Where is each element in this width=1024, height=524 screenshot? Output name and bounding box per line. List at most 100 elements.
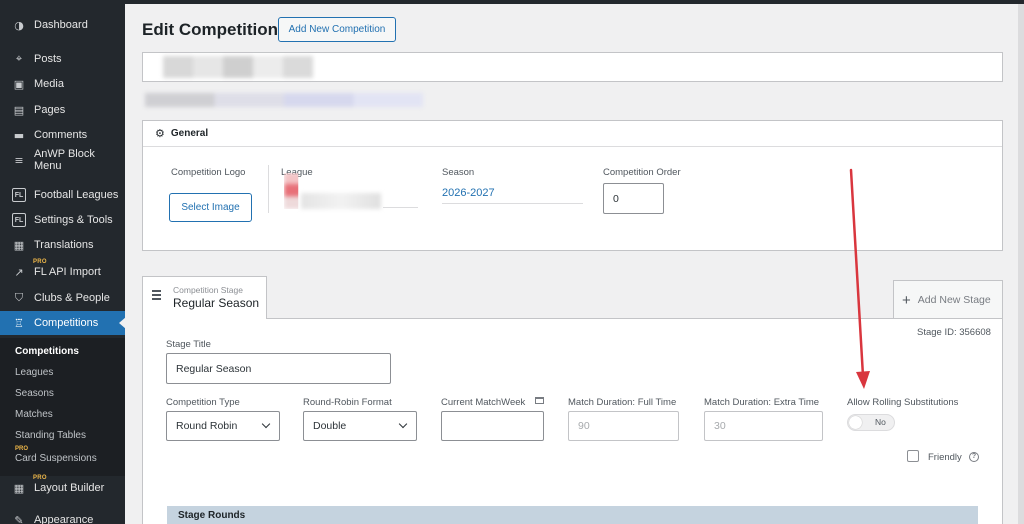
competition-title-field[interactable] bbox=[142, 52, 1003, 82]
competition-order-label: Competition Order bbox=[603, 167, 681, 178]
season-underline bbox=[442, 203, 583, 204]
sidebar-item-label: FL API Import bbox=[34, 266, 101, 278]
pages-icon: ▤ bbox=[13, 103, 25, 117]
submenu-item-leagues[interactable]: Leagues bbox=[15, 367, 53, 378]
trophy-icon: ♖ bbox=[14, 316, 24, 330]
sidebar-item-dashboard[interactable]: ◑ Dashboard bbox=[0, 13, 125, 37]
fl-icon: FL bbox=[12, 213, 26, 227]
friendly-checkbox[interactable] bbox=[907, 450, 919, 462]
toggle-knob bbox=[849, 416, 862, 429]
sidebar-item-label: Pages bbox=[34, 104, 66, 116]
annotation-arrow bbox=[849, 168, 870, 389]
sidebar-item-anwp-block-menu[interactable]: ≡ AnWP Block Menu bbox=[0, 148, 125, 172]
stage-tab-small-label: Competition Stage bbox=[173, 285, 243, 295]
sidebar-item-label: AnWP Block Menu bbox=[33, 148, 95, 172]
sidebar-item-layout-builder[interactable]: ▦ Layout Builder PRO bbox=[0, 475, 125, 500]
page-title: Edit Competition bbox=[142, 20, 278, 39]
sidebar-item-competitions[interactable]: ♖ Competitions bbox=[0, 311, 126, 335]
extra-time-input[interactable]: 30 bbox=[704, 411, 823, 441]
general-panel-header: ⚙ General bbox=[143, 121, 1002, 147]
stage-title-input[interactable]: Regular Season bbox=[166, 353, 391, 384]
stage-rounds-header: Stage Rounds bbox=[167, 506, 978, 524]
gear-icon: ⚙ bbox=[155, 127, 165, 140]
general-heading: General bbox=[170, 128, 209, 139]
sidebar-item-label: Comments bbox=[34, 129, 88, 141]
current-matchweek-input[interactable] bbox=[441, 411, 544, 441]
submenu-item-label: Standing Tables bbox=[15, 430, 86, 441]
blurred-title-text bbox=[163, 56, 313, 78]
competition-order-input[interactable]: 0 bbox=[603, 183, 664, 214]
main-content: Edit Competition Add New Competition ⚙ G… bbox=[125, 4, 1024, 524]
api-icon: ↗ bbox=[14, 265, 24, 279]
media-icon: ▣ bbox=[13, 77, 25, 91]
submenu-item-seasons[interactable]: Seasons bbox=[15, 388, 54, 399]
select-image-button[interactable]: Select Image bbox=[169, 193, 252, 222]
brush-icon: ✎ bbox=[14, 513, 24, 524]
sidebar-item-label: Layout Builder bbox=[34, 482, 105, 494]
competition-type-select[interactable]: Round Robin bbox=[166, 411, 280, 441]
plus-icon: + bbox=[902, 291, 911, 309]
submenu-item-competitions[interactable]: Competitions bbox=[15, 346, 79, 357]
fl-icon: FL bbox=[12, 188, 26, 202]
toggle-value: No bbox=[875, 417, 886, 427]
friendly-label: Friendly bbox=[928, 452, 962, 463]
sidebar-item-media[interactable]: ▣ Media bbox=[0, 72, 125, 96]
submenu-item-label: Matches bbox=[15, 409, 53, 420]
full-time-label: Match Duration: Full Time bbox=[568, 397, 677, 408]
dashboard-icon: ◑ bbox=[14, 18, 24, 32]
sidebar-item-appearance[interactable]: ✎ Appearance bbox=[0, 508, 125, 524]
sidebar-item-comments[interactable]: ▬ Comments bbox=[0, 123, 125, 147]
sidebar-item-clubs-people[interactable]: ⛉ Clubs & People bbox=[0, 286, 125, 310]
stage-title-label: Stage Title bbox=[166, 339, 211, 350]
blurred-league-value-2 bbox=[301, 193, 381, 209]
drag-handle-icon[interactable] bbox=[152, 290, 161, 302]
right-scroll-edge bbox=[1018, 4, 1024, 524]
translations-icon: ▦ bbox=[13, 238, 25, 252]
season-label: Season bbox=[442, 167, 475, 178]
sidebar-item-posts[interactable]: ⌖ Posts bbox=[0, 47, 125, 71]
sidebar-item-settings-tools[interactable]: FL Settings & Tools bbox=[0, 208, 125, 232]
sidebar-item-label: Posts bbox=[34, 53, 62, 65]
submenu-item-matches[interactable]: Matches bbox=[15, 409, 53, 420]
menu-icon: ≡ bbox=[14, 153, 24, 167]
sidebar-item-label: Dashboard bbox=[34, 19, 88, 31]
current-matchweek-label: Current MatchWeek bbox=[441, 397, 526, 408]
sidebar-item-fl-api-import[interactable]: ↗ FL API Import PRO bbox=[0, 259, 125, 284]
layout-icon: ▦ bbox=[13, 481, 25, 495]
calendar-icon bbox=[535, 397, 544, 404]
shield-icon: ⛉ bbox=[14, 291, 24, 304]
round-robin-format-select[interactable]: Double bbox=[303, 411, 417, 441]
submenu-item-label: Competitions bbox=[15, 346, 79, 357]
pro-badge: PRO bbox=[15, 446, 29, 452]
blurred-permalink bbox=[145, 93, 423, 107]
sidebar-item-label: Translations bbox=[34, 239, 94, 251]
add-new-competition-button[interactable]: Add New Competition bbox=[278, 17, 396, 42]
tab-regular-season[interactable]: Competition Stage Regular Season bbox=[142, 276, 267, 319]
admin-sidebar: ◑ Dashboard ⌖ Posts ▣ Media ▤ Pages ▬ Comments ≡ An… bbox=[0, 0, 126, 524]
stage-id: Stage ID: 356608 bbox=[917, 327, 991, 338]
sidebar-item-translations[interactable]: ▦ Translations bbox=[0, 233, 125, 257]
add-new-stage-button[interactable]: + Add New Stage bbox=[893, 280, 1003, 319]
help-icon[interactable]: ? bbox=[969, 452, 979, 462]
sidebar-item-pages[interactable]: ▤ Pages bbox=[0, 98, 125, 122]
sidebar-item-label: Competitions bbox=[34, 317, 99, 329]
divider bbox=[268, 165, 269, 213]
submenu-item-standing-tables[interactable]: Standing Tables bbox=[15, 430, 86, 441]
sidebar-item-label: Media bbox=[34, 78, 64, 90]
rolling-substitutions-toggle[interactable]: No bbox=[847, 414, 895, 431]
competition-logo-label: Competition Logo bbox=[171, 167, 246, 178]
pin-icon: ⌖ bbox=[15, 52, 23, 65]
add-new-stage-label: Add New Stage bbox=[917, 294, 991, 306]
sidebar-item-football-leagues[interactable]: FL Football Leagues bbox=[0, 183, 125, 207]
stage-tab-name: Regular Season bbox=[173, 296, 260, 310]
submenu-item-label: Leagues bbox=[15, 367, 54, 378]
season-value[interactable]: 2026-2027 bbox=[442, 187, 495, 199]
comments-icon: ▬ bbox=[13, 128, 25, 142]
league-underline bbox=[383, 207, 418, 208]
pro-badge: PRO bbox=[33, 475, 47, 481]
submenu-item-card-suspensions[interactable]: Card Suspensions PRO bbox=[15, 446, 97, 464]
competitions-submenu: Competitions Leagues Seasons Matches Standin… bbox=[0, 338, 125, 476]
full-time-input[interactable]: 90 bbox=[568, 411, 679, 441]
submenu-item-label: Seasons bbox=[15, 388, 54, 399]
extra-time-label: Match Duration: Extra Time bbox=[704, 397, 820, 408]
